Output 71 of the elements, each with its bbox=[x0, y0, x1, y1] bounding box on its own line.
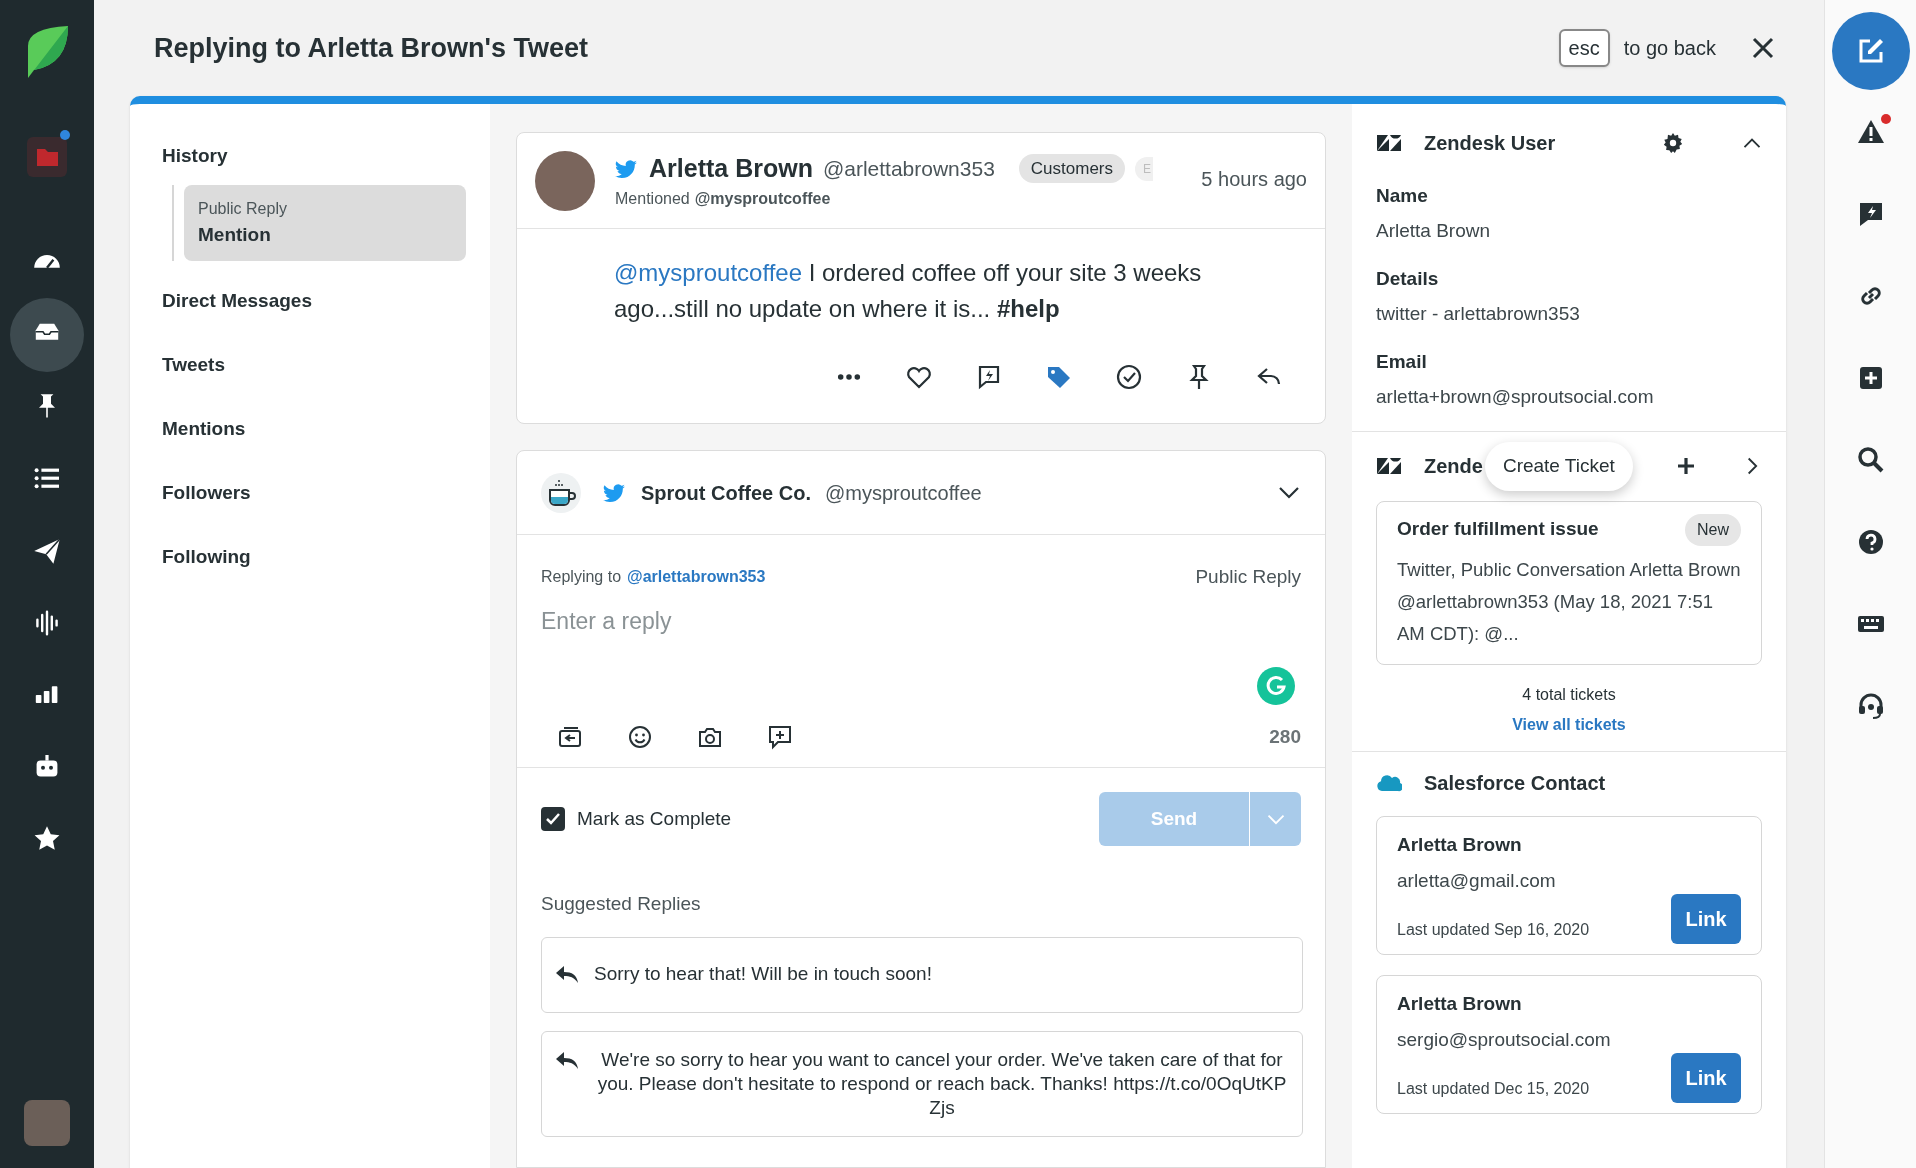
field-label: Name bbox=[1376, 184, 1429, 208]
replying-to-label: Replying to bbox=[541, 567, 622, 588]
action-button[interactable] bbox=[1115, 363, 1143, 391]
view-all-link[interactable]: View all tickets bbox=[1376, 712, 1762, 737]
author-name: Arletta Brown bbox=[649, 152, 813, 184]
tag: Customers bbox=[1018, 153, 1125, 184]
history-category[interactable]: Tweets bbox=[162, 351, 466, 415]
reply-type: Public Reply bbox=[1195, 565, 1301, 589]
tweet-time: 5 hours ago bbox=[1201, 166, 1307, 192]
go-back-hint: to go back bbox=[1623, 36, 1716, 61]
suggested-reply-text: We're so sorry to hear you want to cancel your order. We've taken care of that for you. Please don't hesitate to respond or reach back. Thanks! https://t.co/0OqUtKPZjs bbox=[596, 1047, 1288, 1120]
history-heading: History bbox=[162, 144, 229, 168]
author-handle: @arlettabrown353 bbox=[822, 155, 995, 182]
cloud-logo-icon bbox=[1376, 773, 1402, 792]
contact-name: Arletta Brown bbox=[1397, 832, 1523, 857]
folder-icon bbox=[25, 135, 69, 179]
gear-icon[interactable] bbox=[1662, 132, 1684, 154]
add-note-icon[interactable] bbox=[767, 723, 793, 750]
suggested-replies-heading: Suggested Replies bbox=[540, 892, 702, 916]
more-icon bbox=[837, 373, 861, 381]
character-count: 280 bbox=[1269, 724, 1301, 749]
search-icon bbox=[1855, 445, 1886, 475]
ticket-summary: Twitter, Public Conversation Arletta Brown @arlettabrown353 (May 18, 2021 7:51 AM CDT): @... bbox=[1397, 557, 1741, 646]
zendesk-logo-icon bbox=[1376, 133, 1402, 153]
context-label: Mentioned bbox=[615, 189, 690, 210]
suggested-reply[interactable]: Sorry to hear that! Will be in touch soon! bbox=[541, 936, 1303, 1013]
coffee-cup-icon bbox=[541, 472, 581, 513]
recipient-link[interactable]: @arlettabrown353 bbox=[627, 565, 1196, 590]
context-handle[interactable]: @mysproutcoffee bbox=[694, 187, 831, 212]
history-category[interactable]: Mentions bbox=[162, 415, 466, 479]
history-category[interactable]: Direct Messages bbox=[162, 287, 466, 351]
mention-link[interactable]: @mysproutcoffee bbox=[614, 259, 802, 286]
account-name: Sprout Coffee Co. bbox=[641, 480, 811, 506]
close-button[interactable] bbox=[1750, 35, 1776, 61]
reply-input[interactable]: Enter a reply bbox=[541, 603, 1301, 694]
check-icon bbox=[545, 811, 561, 827]
suggested-reply[interactable]: We're so sorry to hear you want to cancel your order. We've taken care of that for you. Please don't hesitate to respond or reach back. Thanks! https://t.co/0OqUtKPZjs bbox=[541, 1030, 1303, 1137]
link-button[interactable]: Link bbox=[1671, 1052, 1741, 1103]
history-entry[interactable]: Public Reply Mention bbox=[184, 184, 466, 261]
last-updated: Last updated Sep 16, 2020 bbox=[1397, 919, 1590, 940]
esc-key: esc bbox=[1558, 29, 1610, 67]
field-label: Email bbox=[1376, 350, 1428, 374]
plus-icon[interactable] bbox=[1676, 456, 1696, 477]
create-ticket-tooltip: Create Ticket bbox=[1484, 442, 1633, 491]
page-title: Replying to Arletta Brown's Tweet bbox=[154, 31, 589, 65]
section-title: Zende bbox=[1424, 454, 1483, 480]
emoji-icon[interactable] bbox=[627, 723, 653, 750]
account-handle: @mysproutcoffee bbox=[825, 480, 983, 506]
mark-complete-label: Mark as Complete bbox=[577, 806, 733, 831]
section-title: Zendesk User bbox=[1424, 131, 1557, 156]
contact-email: sergio@sproutsocial.com bbox=[1397, 1028, 1612, 1052]
last-updated: Last updated Dec 15, 2020 bbox=[1397, 1078, 1590, 1099]
ticket-title: Order fulfillment issue bbox=[1397, 517, 1599, 542]
tweet-text: @mysproutcoffee I ordered coffee off your site 3 weeks ago...still no update on where it is... #help bbox=[613, 258, 1203, 324]
contact-name: Arletta Brown bbox=[1397, 991, 1523, 1016]
zendesk-logo-icon bbox=[1376, 456, 1402, 477]
field-value: twitter - arlettabrown353 bbox=[1376, 301, 1581, 326]
field-value: Arletta Brown bbox=[1376, 218, 1492, 243]
history-category[interactable]: Followers bbox=[162, 479, 466, 543]
section-title: Salesforce Contact bbox=[1424, 770, 1606, 796]
link-button[interactable]: Link bbox=[1671, 893, 1741, 944]
field-label: Details bbox=[1376, 267, 1440, 291]
mark-complete-checkbox[interactable] bbox=[541, 807, 565, 831]
contact-email: arletta@gmail.com bbox=[1397, 869, 1557, 893]
check-circle-icon bbox=[1115, 363, 1143, 391]
ticket-card[interactable]: Order fulfillment issue New Twitter, Public Conversation Arletta Brown @arlettabrown353 (May 18, 2021 7:51 AM CDT): @... bbox=[1376, 500, 1762, 665]
ticket-count: 4 total tickets bbox=[1521, 684, 1617, 705]
suggested-reply-text: Sorry to hear that! Will be in touch soon! bbox=[594, 962, 933, 987]
history-category[interactable]: Following bbox=[162, 543, 466, 607]
status-badge: New bbox=[1685, 513, 1741, 546]
field-value: arletta+brown@sproutsocial.com bbox=[1376, 384, 1655, 409]
